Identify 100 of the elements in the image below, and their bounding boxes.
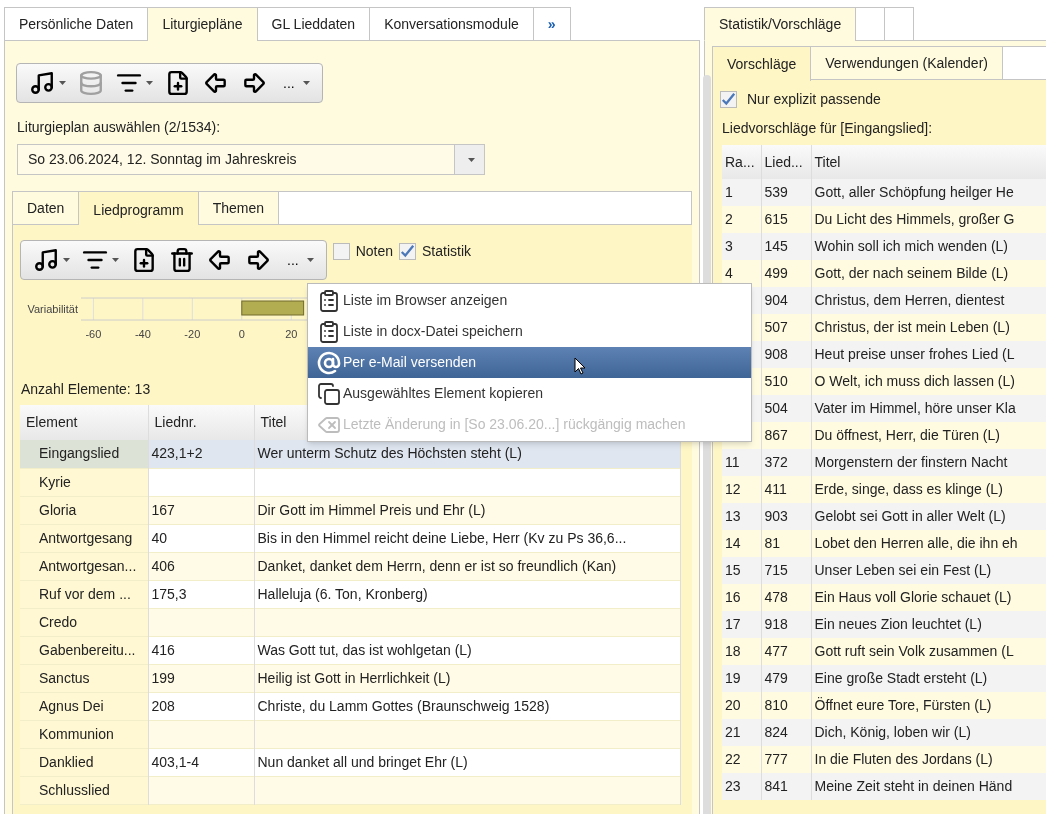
rank-cell-text: 4 xyxy=(725,264,734,283)
table-cell: Was Gott tut, das ist wohlgetan (L) xyxy=(257,641,472,658)
table-row[interactable]: Kyrie xyxy=(20,468,681,496)
left-arrow-icon xyxy=(207,247,233,273)
mouse-pointer-icon xyxy=(574,357,586,375)
table-row[interactable]: 19 479 Eine große Stadt ersteht (L) xyxy=(722,665,1046,692)
table-row[interactable]: 14 81 Lobet den Herren alle, die ihn eh xyxy=(722,530,1046,557)
table-cell: Antwortgesang xyxy=(20,524,148,552)
table-row[interactable]: Antwortgesan... 406 Danket, danket dem Herrn, denn er ist so freundlich (Kan) xyxy=(20,552,681,580)
table-cell: Meine Zeit steht in deinen Händ xyxy=(811,773,1046,800)
more-button[interactable]: ... xyxy=(279,244,318,276)
table-row[interactable]: Danklied 403,1-4 Nun danket all und bringet Ehr (L) xyxy=(20,748,681,776)
table-cell: 406 xyxy=(151,557,175,574)
rank-cell-text: 19 xyxy=(725,669,742,688)
table-cell: Bis in den Himmel reicht deine Liebe, Herr (Kv zu Ps 36,6... xyxy=(257,529,627,546)
tick-label: -20 xyxy=(184,328,201,340)
tick-label: 20 xyxy=(285,328,298,340)
table-row[interactable]: Ruf vor dem ... 175,3 Halleluja (6. Ton, Kronberg) xyxy=(20,580,681,608)
check-icon xyxy=(721,91,736,107)
tab[interactable]: Liedprogramm xyxy=(79,192,199,226)
rank-cell-text: 22 xyxy=(725,750,742,769)
count-label: Anzahl Elemente: 13 xyxy=(21,380,151,399)
more-button[interactable]: ... xyxy=(275,67,314,99)
tab[interactable]: Liturgiepläne xyxy=(147,7,258,42)
clipboard-icon xyxy=(317,319,341,344)
plan-select[interactable]: So 23.06.2024, 12. Sonntag im Jahreskreis xyxy=(17,144,485,175)
caret-icon xyxy=(302,81,310,85)
table-row[interactable]: Eingangslied 423,1+2 Wer unterm Schutz des Höchsten steht (L) xyxy=(20,440,681,468)
tab[interactable]: Vorschläge xyxy=(713,47,812,81)
table-row[interactable]: 1 539 Gott, aller Schöpfung heilger He xyxy=(722,179,1046,206)
caret-icon xyxy=(59,81,66,85)
table-row[interactable]: 20 810 Öffnet eure Tore, Fürsten (L) xyxy=(722,692,1046,719)
table-row[interactable]: Sanctus 199 Heilig ist Gott in Herrlichkeit (L) xyxy=(20,664,681,692)
table-cell: Ruf vor dem ... xyxy=(20,580,148,608)
table-row[interactable]: 3 145 Wohin soll ich mich wenden (L) xyxy=(722,233,1046,260)
rank-cell-text: 18 xyxy=(725,642,742,661)
table-row[interactable]: Credo xyxy=(20,608,681,636)
table-row[interactable]: 2 615 Du Licht des Himmels, großer G xyxy=(722,206,1046,233)
table-cell: Agnus Dei xyxy=(20,692,148,720)
table-row[interactable]: Kommunion xyxy=(20,720,681,748)
rank-cell-text: 21 xyxy=(725,723,742,742)
music-note-icon xyxy=(29,70,55,96)
table-row[interactable]: 21 824 Dich, König, loben wir (L) xyxy=(722,719,1046,746)
right-arrow-icon xyxy=(241,70,267,96)
tab[interactable]: Themen xyxy=(198,192,279,224)
rank-cell-text: 3 xyxy=(725,237,734,256)
trash-icon xyxy=(169,247,195,273)
tab[interactable]: Daten xyxy=(13,192,80,224)
rank-cell-text: 2 xyxy=(725,210,734,229)
rank-cell-text: 20 xyxy=(725,696,742,715)
table-cell: Schlusslied xyxy=(20,776,148,804)
table-cell: 416 xyxy=(151,641,175,658)
tab[interactable]: Persönliche Daten xyxy=(4,7,149,41)
add-file-icon xyxy=(165,70,191,96)
database-icon xyxy=(78,70,104,96)
table-cell: Halleluja (6. Ton, Kronberg) xyxy=(257,585,428,602)
table-cell: 40 xyxy=(151,529,168,546)
table-cell: 175,3 xyxy=(151,585,187,602)
add-file-icon xyxy=(131,247,157,273)
caret-icon xyxy=(63,258,70,262)
table-row[interactable]: 17 918 Ein neues Zion leuchtet (L) xyxy=(722,611,1046,638)
rank-cell-text: 14 xyxy=(725,534,742,553)
table-cell: 841 xyxy=(761,773,811,800)
table-row[interactable]: Antwortgesang 40 Bis in den Himmel reicht deine Liebe, Herr (Kv zu Ps 36,6... xyxy=(20,524,681,552)
tick-label: 0 xyxy=(238,328,245,340)
rank-cell-text: 16 xyxy=(725,588,742,607)
right-arrow-icon xyxy=(245,247,271,273)
checkbox-label: Nur explizit passende xyxy=(747,89,881,109)
tick-label: -40 xyxy=(134,328,151,340)
tab[interactable]: » xyxy=(532,7,571,41)
menu-item[interactable]: Per e-Mail versenden xyxy=(308,347,751,378)
table-row[interactable]: 13 903 Gelobt sei Gott in aller Welt (L) xyxy=(722,503,1046,530)
copy-icon xyxy=(317,381,341,406)
table-row[interactable]: Schlusslied xyxy=(20,776,681,804)
table-row[interactable]: 12 411 Erde, singe, dass es klinge (L) xyxy=(722,476,1046,503)
table-cell: Gloria xyxy=(20,496,148,524)
table-row[interactable]: Agnus Dei 208 Christe, du Lamm Gottes (Braunschweig 1528) xyxy=(20,692,681,720)
checkbox[interactable] xyxy=(332,242,350,260)
tab[interactable]: Verwendungen (Kalender) xyxy=(811,47,1003,79)
checkbox[interactable] xyxy=(720,90,737,108)
tab[interactable]: Statistik/Vorschläge xyxy=(704,7,857,41)
caret-icon xyxy=(468,157,475,162)
table-row[interactable]: 18 477 Gott ruft sein Volk zusammen (L xyxy=(722,638,1046,665)
table-cell: 208 xyxy=(151,697,175,714)
checkbox-label: Statistik xyxy=(422,241,472,261)
table-cell: Credo xyxy=(20,608,148,636)
rank-cell-text: 13 xyxy=(725,507,742,526)
table-row[interactable]: 867 Du öffnest, Herr, die Türen (L) xyxy=(722,422,1046,449)
table-cell: Kyrie xyxy=(20,468,148,496)
table-row[interactable]: Gabenbereitu... 416 Was Gott tut, das ist wohlgetan (L) xyxy=(20,636,681,664)
tick-label: -60 xyxy=(85,328,102,340)
table-row[interactable]: 4 499 Gott, der nach seinem Bilde (L) xyxy=(722,260,1046,287)
table-row[interactable]: 16 478 Ein Haus voll Glorie schauet (L) xyxy=(722,584,1046,611)
table-cell: Wer unterm Schutz des Höchsten steht (L) xyxy=(257,445,522,462)
table-row[interactable]: 15 715 Unser Leben sei ein Fest (L) xyxy=(722,557,1046,584)
checkbox[interactable] xyxy=(399,242,417,260)
table-row[interactable]: 23 841 Meine Zeit steht in deinen Händ xyxy=(722,773,1046,800)
table-row[interactable]: 11 372 Morgenstern der finstern Nacht xyxy=(722,449,1046,476)
table-row[interactable]: 22 777 In die Fluten des Jordans (L) xyxy=(722,746,1046,773)
table-row[interactable]: Gloria 167 Dir Gott im Himmel Preis und Ehr (L) xyxy=(20,496,681,524)
